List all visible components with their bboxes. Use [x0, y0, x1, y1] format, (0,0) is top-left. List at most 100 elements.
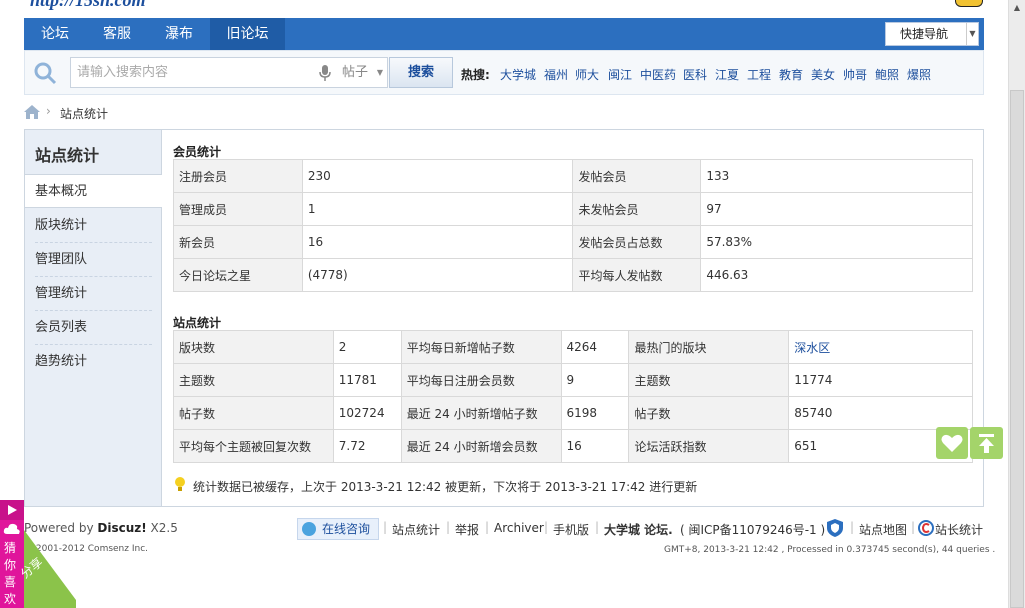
stat-label: 今日论坛之星 — [173, 258, 303, 292]
heart-icon — [941, 434, 963, 452]
stat-value: 2 — [332, 330, 402, 364]
discuz-link[interactable]: Discuz! — [97, 521, 146, 535]
home-icon[interactable] — [24, 105, 40, 119]
hot-link[interactable]: 师大 — [575, 66, 599, 83]
chevron-down-icon: ▼ — [376, 68, 383, 77]
scrollbar-thumb[interactable] — [1010, 90, 1024, 608]
stat-value: 102724 — [332, 396, 402, 430]
hot-link[interactable]: 鲍照 — [875, 66, 899, 83]
search-button[interactable]: 搜索 — [389, 57, 453, 88]
stat-label: 发帖会员占总数 — [572, 225, 702, 259]
footer-icp[interactable]: ( 闽ICP备11079246号-1 ) — [680, 521, 825, 538]
back-to-top-button[interactable] — [970, 427, 1003, 459]
favorite-button[interactable] — [936, 427, 968, 459]
hot-link[interactable]: 爆照 — [907, 66, 931, 83]
hot-link[interactable]: 美女 — [811, 66, 835, 83]
nav-item-waterfall[interactable]: 瀑布 — [148, 18, 210, 50]
sidebar-item-forum-stats[interactable]: 版块统计 — [35, 209, 152, 243]
footer-site-name[interactable]: 大学城 论坛. — [604, 521, 673, 538]
cache-note: 统计数据已被缓存，上次于 2013-3-21 12:42 被更新，下次将于 20… — [193, 480, 698, 494]
stat-value: 9 — [560, 363, 630, 397]
stat-label: 论坛活跃指数 — [628, 429, 790, 463]
hot-link[interactable]: 福州 — [544, 66, 568, 83]
stat-value: 7.72 — [332, 429, 402, 463]
stat-value: 230 — [301, 159, 574, 193]
nav-item-old-forum[interactable]: 旧论坛 — [210, 18, 285, 50]
footer-divider: | — [485, 520, 490, 534]
sidebar-item-trends[interactable]: 趋势统计 — [35, 345, 152, 379]
footer-link-archiver[interactable]: Archiver — [494, 521, 544, 535]
gmt-line: GMT+8, 2013-3-21 12:42 , Processed in 0.… — [664, 545, 996, 555]
search-icon — [34, 62, 57, 85]
nav-item-forum[interactable]: 论坛 — [24, 18, 86, 50]
hot-link[interactable]: 江夏 — [715, 66, 739, 83]
footer-link-webmaster-stats[interactable]: 站长统计 — [935, 521, 983, 538]
stat-value: (4778) — [301, 258, 574, 292]
stat-label: 发帖会员 — [572, 159, 702, 193]
site-stats-title: 站点统计 — [173, 316, 222, 330]
microphone-icon[interactable] — [318, 65, 332, 81]
online-consult-button[interactable]: 在线咨询 — [297, 518, 379, 540]
hot-link[interactable]: 闽江 — [608, 66, 632, 83]
sidebar-title: 站点统计 — [35, 146, 100, 165]
arrow-up-icon — [979, 434, 994, 453]
table-row: 新会员 16 发帖会员占总数 57.83% — [173, 225, 973, 259]
table-row: 今日论坛之星 (4778) 平均每人发帖数 446.63 — [173, 258, 973, 292]
stat-label: 注册会员 — [173, 159, 303, 193]
powered-version: X2.5 — [146, 521, 178, 535]
footer-link-mobile[interactable]: 手机版 — [553, 521, 589, 538]
scroll-up-icon[interactable]: ▲ — [1009, 0, 1025, 16]
play-icon — [0, 500, 24, 520]
stat-value: 11781 — [332, 363, 402, 397]
stat-label: 平均每个主题被回复次数 — [173, 429, 334, 463]
sidebar-item-team[interactable]: 管理团队 — [35, 243, 152, 277]
nav-item-service[interactable]: 客服 — [86, 18, 148, 50]
stat-value: 97 — [700, 192, 973, 226]
member-stats-table: 注册会员 230 发帖会员 133 管理成员 1 未发帖会员 97 新会员 16… — [173, 159, 973, 292]
hot-link[interactable]: 医科 — [683, 66, 707, 83]
stat-label: 平均每人发帖数 — [572, 258, 702, 292]
hot-link[interactable]: 教育 — [779, 66, 803, 83]
stat-value: 57.83% — [700, 225, 973, 259]
hot-link[interactable]: 中医药 — [640, 66, 676, 83]
hot-link[interactable]: 帅哥 — [843, 66, 867, 83]
footer-divider: | — [383, 520, 388, 534]
stat-value: 446.63 — [700, 258, 973, 292]
stat-value: 133 — [700, 159, 973, 193]
table-row: 平均每个主题被回复次数 7.72 最近 24 小时新增会员数 16 论坛活跃指数… — [173, 429, 973, 463]
stat-value: 11774 — [788, 363, 973, 397]
hot-link[interactable]: 工程 — [747, 66, 771, 83]
stat-label: 帖子数 — [628, 396, 790, 430]
search-input[interactable]: 请输入搜索内容 — [70, 57, 340, 88]
stats-panel: 站点统计 基本概况 版块统计 管理团队 管理统计 会员列表 趋势统计 会员统计 … — [24, 129, 984, 507]
stat-label: 主题数 — [173, 363, 334, 397]
stat-label: 最热门的版块 — [628, 330, 790, 364]
stat-label: 帖子数 — [173, 396, 334, 430]
stat-value: 1 — [301, 192, 574, 226]
stat-label: 未发帖会员 — [572, 192, 702, 226]
footer-divider: | — [911, 520, 916, 534]
chevron-down-icon: ▼ — [966, 23, 978, 45]
footer-link-report[interactable]: 举报 — [455, 521, 479, 538]
shield-icon[interactable] — [827, 519, 843, 537]
footer-link-stats[interactable]: 站点统计 — [392, 521, 440, 538]
stat-label: 新会员 — [173, 225, 303, 259]
stat-label: 平均每日新增帖子数 — [400, 330, 562, 364]
sidebar-item-admin-stats[interactable]: 管理统计 — [35, 277, 152, 311]
hottest-forum-link[interactable]: 深水区 — [794, 341, 830, 355]
quick-nav-button[interactable]: 快捷导航 ▼ — [885, 22, 979, 46]
sidebar-item-member-list[interactable]: 会员列表 — [35, 311, 152, 345]
stat-label: 主题数 — [628, 363, 790, 397]
share-corner[interactable]: 分享 — [0, 530, 76, 608]
sidebar: 站点统计 基本概况 版块统计 管理团队 管理统计 会员列表 趋势统计 — [25, 130, 162, 506]
sidebar-item-overview[interactable]: 基本概况 — [25, 174, 162, 208]
search-type-select[interactable]: 帖子 ▼ — [338, 57, 388, 88]
page-scrollbar[interactable]: ▲ — [1008, 0, 1025, 608]
hot-link[interactable]: 大学城 — [500, 66, 536, 83]
main-nav: 论坛 客服 瀑布 旧论坛 快捷导航 ▼ — [24, 18, 984, 50]
hot-search-label: 热搜: — [461, 68, 490, 82]
footer-link-sitemap[interactable]: 站点地图 — [859, 521, 907, 538]
online-consult-label: 在线咨询 — [322, 522, 371, 536]
site-logo[interactable]: http://15sn.com — [24, 0, 984, 10]
breadcrumb-current: 站点统计 — [60, 107, 109, 121]
